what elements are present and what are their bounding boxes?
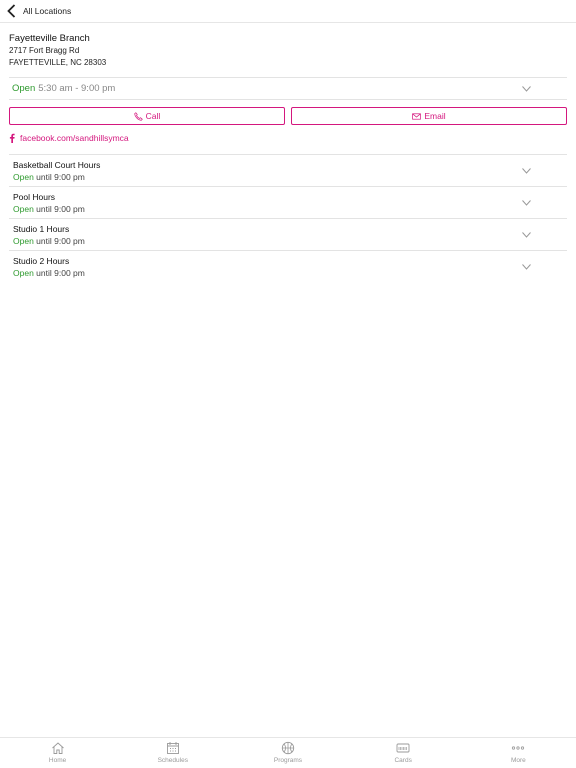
tab-cards[interactable]: Cards <box>346 738 461 768</box>
facebook-url: facebook.com/sandhillsymca <box>20 133 129 143</box>
hours-status: Open <box>12 83 36 94</box>
calendar-icon <box>166 742 179 754</box>
tab-programs[interactable]: Programs <box>230 738 345 768</box>
chevron-down-icon <box>522 232 531 238</box>
home-icon <box>51 742 64 754</box>
basketball-icon <box>281 741 295 755</box>
facility-name: Basketball Court Hours <box>13 160 101 170</box>
facebook-icon <box>9 133 15 143</box>
facebook-link[interactable]: facebook.com/sandhillsymca <box>9 133 129 143</box>
phone-icon <box>134 111 143 121</box>
hours-time: 5:30 am - 9:00 pm <box>38 83 116 94</box>
email-button[interactable]: Email <box>291 107 567 125</box>
chevron-down-icon <box>522 86 531 92</box>
back-button[interactable]: All Locations <box>0 0 71 23</box>
facility-status: Open until 9:00 pm <box>13 236 85 246</box>
chevron-down-icon <box>522 200 531 206</box>
tab-more[interactable]: More <box>461 738 576 768</box>
facility-row-studio-1[interactable]: Studio 1 Hours Open until 9:00 pm <box>9 218 567 250</box>
tab-schedules[interactable]: Schedules <box>115 738 230 768</box>
tab-label: Schedules <box>157 757 188 764</box>
facility-open-label: Open <box>13 172 34 182</box>
facility-status: Open until 9:00 pm <box>13 268 85 278</box>
branch-hours-row[interactable]: Open 5:30 am - 9:00 pm <box>9 77 567 100</box>
facility-status: Open until 9:00 pm <box>13 172 85 182</box>
tab-home[interactable]: Home <box>0 738 115 768</box>
branch-street: 2717 Fort Bragg Rd <box>9 46 80 55</box>
tab-label: Cards <box>394 757 412 764</box>
chevron-down-icon <box>522 168 531 174</box>
card-icon <box>396 743 410 753</box>
facility-until: until 9:00 pm <box>36 268 85 278</box>
call-label: Call <box>145 111 161 121</box>
tab-label: More <box>510 757 526 764</box>
back-label: All Locations <box>23 6 72 16</box>
facility-name: Studio 2 Hours <box>13 256 70 266</box>
email-label: Email <box>424 111 446 121</box>
facility-row-basketball[interactable]: Basketball Court Hours Open until 9:00 p… <box>9 154 567 186</box>
facility-open-label: Open <box>13 268 34 278</box>
call-button[interactable]: Call <box>9 107 285 125</box>
tab-bar: Home Schedules Programs Cards More <box>0 737 576 768</box>
facility-row-studio-2[interactable]: Studio 2 Hours Open until 9:00 pm <box>9 250 567 282</box>
facility-name: Studio 1 Hours <box>13 224 70 234</box>
facility-row-pool[interactable]: Pool Hours Open until 9:00 pm <box>9 186 567 218</box>
mail-icon <box>412 112 422 120</box>
facility-name: Pool Hours <box>13 192 56 202</box>
chevron-left-icon <box>7 4 16 18</box>
facility-until: until 9:00 pm <box>36 172 85 182</box>
tab-label: Programs <box>273 757 303 764</box>
nav-bar: All Locations <box>0 0 576 23</box>
facility-until: until 9:00 pm <box>36 204 85 214</box>
facility-until: until 9:00 pm <box>36 236 85 246</box>
tab-label: Home <box>48 757 67 764</box>
chevron-down-icon <box>522 264 531 270</box>
more-icon <box>512 746 525 750</box>
branch-name: Fayetteville Branch <box>9 33 90 44</box>
facility-open-label: Open <box>13 204 34 214</box>
facility-open-label: Open <box>13 236 34 246</box>
branch-city: FAYETTEVILLE, NC 28303 <box>9 58 107 67</box>
branch-info: Fayetteville Branch 2717 Fort Bragg Rd F… <box>9 33 106 69</box>
facility-status: Open until 9:00 pm <box>13 204 85 214</box>
